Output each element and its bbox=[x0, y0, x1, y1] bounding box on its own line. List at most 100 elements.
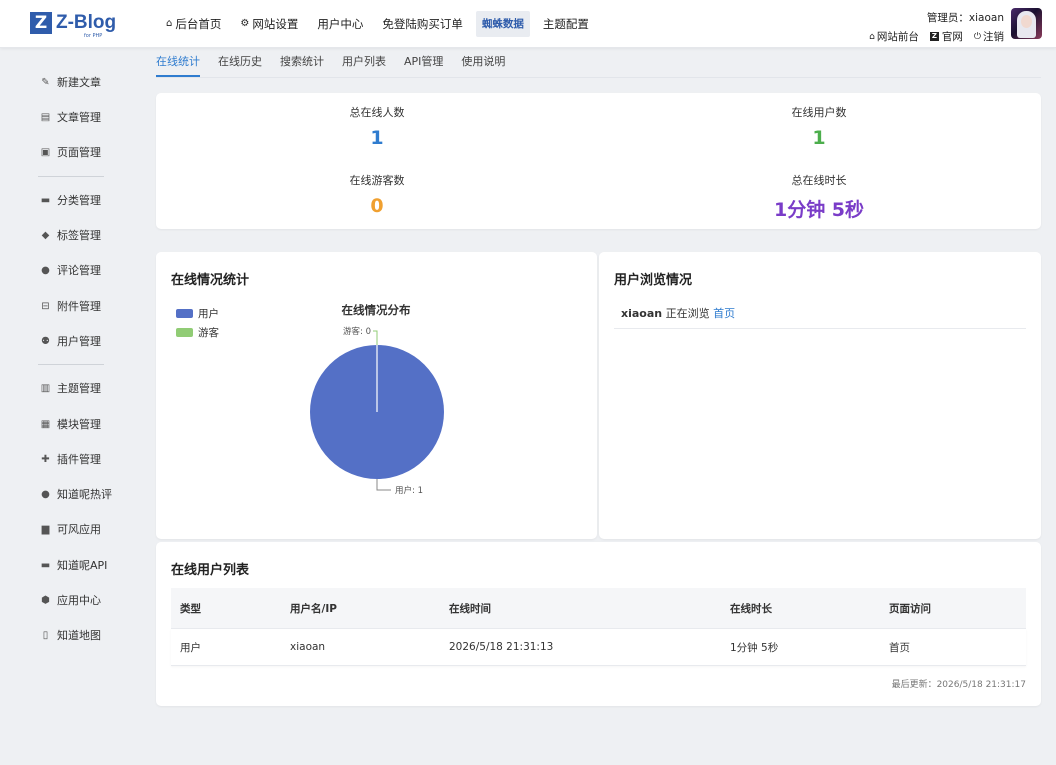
stat-label: 在线用户数 bbox=[791, 106, 847, 119]
sidebar-item-attachments[interactable]: ⊟ 附件管理 bbox=[40, 298, 101, 314]
table-cell: 1分钟 5秒 bbox=[730, 641, 779, 654]
edit-icon: ✎ bbox=[41, 76, 50, 88]
avatar[interactable] bbox=[1011, 8, 1042, 39]
users-icon: ⚉ bbox=[41, 335, 50, 347]
sidebar-item-comments[interactable]: ● 评论管理 bbox=[40, 262, 101, 278]
power-icon: ⏻ bbox=[973, 31, 981, 42]
link-label: 官网 bbox=[941, 31, 963, 43]
tab-usage-guide[interactable]: 使用说明 bbox=[461, 49, 505, 77]
label-line-user bbox=[376, 479, 391, 491]
nav-orders[interactable]: 免登陆购买订单 bbox=[376, 11, 469, 37]
browse-row: xiaoan 正在浏览 首页 bbox=[614, 299, 1026, 329]
top-links: ⌂ 网站前台 Z 官网 ⏻ 注销 bbox=[858, 29, 1004, 44]
stat-online-users: 在线用户数 1 bbox=[669, 104, 969, 149]
table-cell: 2026/5/18 21:31:13 bbox=[449, 641, 554, 653]
sidebar-item-label: 用户管理 bbox=[57, 335, 101, 348]
column-header: 类型 bbox=[180, 602, 201, 615]
sidebar-item-label: 知道呢热评 bbox=[57, 488, 112, 501]
last-updated: 最后更新：2026/5/18 21:31:17 bbox=[891, 680, 1026, 690]
stats-card: 总在线人数 1 在线用户数 1 在线游客数 0 总在线时长 1分钟 5秒 bbox=[156, 93, 1041, 229]
sidebar-item-kefeng-apps[interactable]: ▆ 可风应用 bbox=[40, 521, 101, 537]
tab-api-manage[interactable]: API管理 bbox=[404, 49, 443, 77]
sidebar-item-themes[interactable]: ▥ 主题管理 bbox=[40, 380, 101, 396]
sidebar-item-plugins[interactable]: ✚ 插件管理 bbox=[40, 451, 101, 467]
sidebar-item-pages[interactable]: ▣ 页面管理 bbox=[40, 144, 101, 160]
sidebar: ✎ 新建文章 ▤ 文章管理 ▣ 页面管理 ▬ 分类管理 ◆ 标签管理 ● 评论管理 ⊟ 附件管… bbox=[0, 48, 138, 765]
attachment-icon: ⊟ bbox=[41, 300, 50, 312]
sidebar-item-label: 评论管理 bbox=[57, 264, 101, 277]
bag-icon: ▆ bbox=[41, 523, 50, 535]
link-label: 网站前台 bbox=[876, 31, 919, 43]
tab-online-history[interactable]: 在线历史 bbox=[218, 49, 262, 77]
stat-online-guests: 在线游客数 0 bbox=[227, 172, 527, 217]
column-header: 用户名/IP bbox=[290, 602, 337, 615]
sidebar-item-categories[interactable]: ▬ 分类管理 bbox=[40, 192, 101, 208]
zblog-icon: Z bbox=[929, 32, 939, 41]
sidebar-item-label: 主题管理 bbox=[57, 382, 101, 395]
stat-label: 在线游客数 bbox=[349, 174, 405, 187]
official-site-link[interactable]: Z 官网 bbox=[929, 29, 963, 44]
tab-user-list[interactable]: 用户列表 bbox=[342, 49, 386, 77]
logo-text: Z-Blog bbox=[56, 12, 117, 33]
sidebar-item-users[interactable]: ⚉ 用户管理 bbox=[40, 333, 101, 349]
sidebar-item-new-article[interactable]: ✎ 新建文章 bbox=[40, 74, 101, 90]
logo[interactable]: Z Z-Blog for PHP bbox=[30, 12, 117, 39]
nav-user-center[interactable]: 用户中心 bbox=[311, 11, 369, 37]
nav-theme-config[interactable]: 主题配置 bbox=[537, 11, 595, 37]
sidebar-item-label: 标签管理 bbox=[57, 229, 101, 242]
browse-page-link[interactable]: 首页 bbox=[713, 307, 735, 320]
comment-icon: ● bbox=[41, 264, 50, 276]
sub-tabs: 在线统计 在线历史 搜索统计 用户列表 API管理 使用说明 bbox=[156, 49, 1041, 78]
home-icon: ⌂ bbox=[166, 18, 173, 29]
home-icon: ⌂ bbox=[869, 31, 875, 42]
theme-icon: ▥ bbox=[40, 382, 51, 394]
logo-subtitle: for PHP bbox=[84, 33, 103, 39]
card-icon: ▬ bbox=[40, 559, 51, 571]
browsing-card: 用户浏览情况 xiaoan 正在浏览 首页 bbox=[599, 252, 1041, 539]
sidebar-item-hot-comments[interactable]: ● 知道呢热评 bbox=[40, 486, 112, 502]
sidebar-item-label: 页面管理 bbox=[57, 146, 101, 159]
nav-site-settings[interactable]: ⚙ 网站设置 bbox=[234, 11, 304, 37]
chat-icon: ● bbox=[41, 488, 50, 500]
sidebar-item-sitemap[interactable]: ▯ 知道地图 bbox=[40, 627, 101, 643]
gear-icon: ⚙ bbox=[240, 18, 250, 29]
pie-label-user: 用户: 1 bbox=[395, 485, 423, 496]
nav-label: 蜘蛛数据 bbox=[481, 18, 524, 30]
sidebar-item-label: 模块管理 bbox=[57, 418, 101, 431]
nav-label: 用户中心 bbox=[317, 17, 364, 31]
nav-spider-data[interactable]: 蜘蛛数据 bbox=[475, 11, 530, 37]
sidebar-item-label: 附件管理 bbox=[57, 300, 101, 313]
card-title: 在线用户列表 bbox=[171, 563, 250, 578]
site-front-link[interactable]: ⌂ 网站前台 bbox=[869, 29, 919, 44]
column-header: 在线时长 bbox=[730, 602, 772, 615]
nav-label: 免登陆购买订单 bbox=[382, 17, 463, 31]
puzzle-icon: ✚ bbox=[41, 453, 50, 465]
folder-icon: ▬ bbox=[40, 194, 51, 206]
sidebar-item-articles[interactable]: ▤ 文章管理 bbox=[40, 109, 101, 125]
sidebar-item-app-center[interactable]: ⬢ 应用中心 bbox=[40, 592, 101, 608]
logout-link[interactable]: ⏻ 注销 bbox=[974, 29, 1004, 44]
column-header: 页面访问 bbox=[889, 602, 931, 615]
sidebar-item-label: 插件管理 bbox=[57, 453, 101, 466]
box-icon: ⬢ bbox=[41, 594, 50, 606]
sidebar-item-modules[interactable]: ▦ 模块管理 bbox=[40, 416, 101, 432]
tab-online-stats[interactable]: 在线统计 bbox=[156, 49, 200, 77]
sidebar-item-tags[interactable]: ◆ 标签管理 bbox=[40, 227, 101, 243]
admin-name: 管理员：xiaoan bbox=[926, 12, 1004, 24]
sidebar-item-label: 新建文章 bbox=[57, 76, 101, 89]
logo-mark: Z bbox=[30, 12, 52, 34]
tag-icon: ◆ bbox=[41, 229, 50, 241]
sidebar-item-api[interactable]: ▬ 知道呢API bbox=[40, 557, 108, 573]
table-cell: xiaoan bbox=[290, 641, 326, 653]
sidebar-item-label: 应用中心 bbox=[57, 594, 101, 607]
table-cell: 首页 bbox=[889, 641, 910, 654]
tab-search-stats[interactable]: 搜索统计 bbox=[280, 49, 324, 77]
top-nav: ⌂ 后台首页 ⚙ 网站设置 用户中心 免登陆购买订单 蜘蛛数据 主题配置 bbox=[160, 11, 602, 37]
sidebar-item-label: 知道地图 bbox=[57, 629, 101, 642]
nav-dashboard[interactable]: ⌂ 后台首页 bbox=[160, 11, 227, 37]
sidebar-divider bbox=[38, 176, 104, 177]
stat-label: 总在线时长 bbox=[791, 174, 847, 187]
stat-value: 0 bbox=[370, 195, 384, 217]
column-header: 在线时间 bbox=[449, 602, 491, 615]
grid-icon: ▦ bbox=[40, 418, 51, 430]
